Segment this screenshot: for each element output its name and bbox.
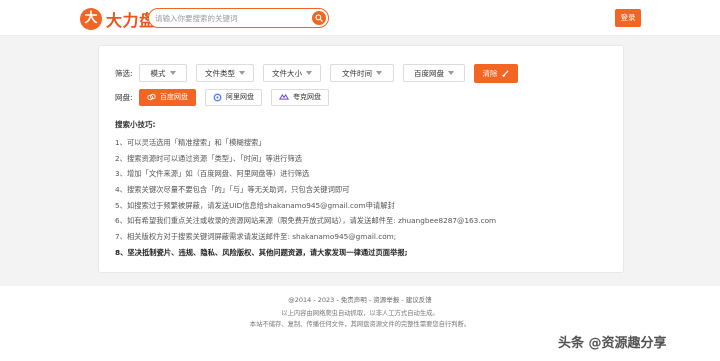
tip-item: 6、如有希望我们重点关注或收录的资源网站来源（限免费开放式网站），请发送邮件至:… <box>115 216 497 226</box>
search-button[interactable] <box>312 11 326 25</box>
filter-file-time-dropdown[interactable]: 文件时间 <box>330 64 394 82</box>
disk-row: 网盘: 百度网盘 阿里网盘 夸克网盘 <box>115 88 338 106</box>
footer-disclaimer-line1: 以上内容由网络爬虫自动抓取，以非人工方式自动生成。 <box>281 310 439 317</box>
quark-icon <box>279 93 289 100</box>
search-panel: 筛选: 模式 文件类型 文件大小 文件时间 百度网盘 清除 网盘: 百度网盘 阿… <box>98 45 624 273</box>
clear-icon <box>501 69 509 77</box>
search-icon <box>315 14 323 22</box>
tip-item: 4、搜索关键次尽量不要包含「的」「与」等无关助词，只包含关键词即可 <box>115 185 350 195</box>
aliyun-icon <box>213 93 222 101</box>
clear-filters-button[interactable]: 清除 <box>474 63 518 83</box>
disk-label: 网盘: <box>115 92 133 102</box>
chevron-down-icon <box>448 71 454 75</box>
site-logo[interactable]: 大 大力盘 <box>80 7 156 31</box>
tips-title: 搜索小技巧: <box>115 120 156 129</box>
filter-file-size-dropdown[interactable]: 文件大小 <box>263 64 321 82</box>
disk-aliyun-button[interactable]: 阿里网盘 <box>205 88 262 106</box>
chevron-down-icon <box>306 71 312 75</box>
footer-disclaimer-line2: 本站不储存、复制、传播任何文件，其网盘资源文件的完整性需要您自行判断。 <box>249 321 471 328</box>
disk-baidu-button[interactable]: 百度网盘 <box>139 88 196 106</box>
chevron-down-icon <box>169 71 176 75</box>
filter-file-type-dropdown[interactable]: 文件类型 <box>196 64 254 82</box>
disk-quark-button[interactable]: 夸克网盘 <box>271 88 329 106</box>
search-input[interactable] <box>155 11 307 25</box>
footer-links[interactable]: @2014 - 2023 - 免责声明 - 资源举报 - 建议反馈 <box>0 294 720 304</box>
tips-list: 1、可以灵活选用「精准搜索」和「模糊搜索」 2、搜索资源时可以通过资源「类型」、… <box>115 135 496 261</box>
filter-disk-dropdown[interactable]: 百度网盘 <box>403 64 465 82</box>
tip-item: 2、搜索资源时可以通过资源「类型」、「时间」等进行筛选 <box>115 153 303 163</box>
chevron-down-icon <box>376 71 382 75</box>
tip-item: 1、可以灵活选用「精准搜索」和「模糊搜索」 <box>115 138 266 147</box>
chevron-down-icon <box>239 71 245 75</box>
filter-mode-dropdown[interactable]: 模式 <box>139 64 187 82</box>
login-button[interactable]: 登录 <box>615 9 641 27</box>
tip-item: 3、增加「文件来源」如（百度网盘、阿里网盘等）进行筛选 <box>115 169 310 179</box>
logo-icon: 大 <box>80 8 102 30</box>
filter-row: 筛选: 模式 文件类型 文件大小 文件时间 百度网盘 清除 <box>115 63 518 83</box>
top-navigation-bar: 大 大力盘 登录 <box>0 0 720 36</box>
tip-item-warning: 8、坚决抵制瓷片、违规、隐私、风险版权、其他问题资源，请大家发现一律通过页面举报… <box>115 247 408 257</box>
baidu-cloud-icon <box>147 93 156 101</box>
tip-item: 5、如搜索过于频繁被屏蔽，请发送UID信息给shakanamo945@gmail… <box>115 200 395 210</box>
search-box <box>148 8 329 28</box>
tip-item: 7、相关版权方对于搜索关键词屏蔽需求请发送邮件至: shakanamo945@g… <box>115 232 397 242</box>
watermark: 头条 @资源趣分享 <box>558 336 667 351</box>
filter-label: 筛选: <box>115 68 133 78</box>
